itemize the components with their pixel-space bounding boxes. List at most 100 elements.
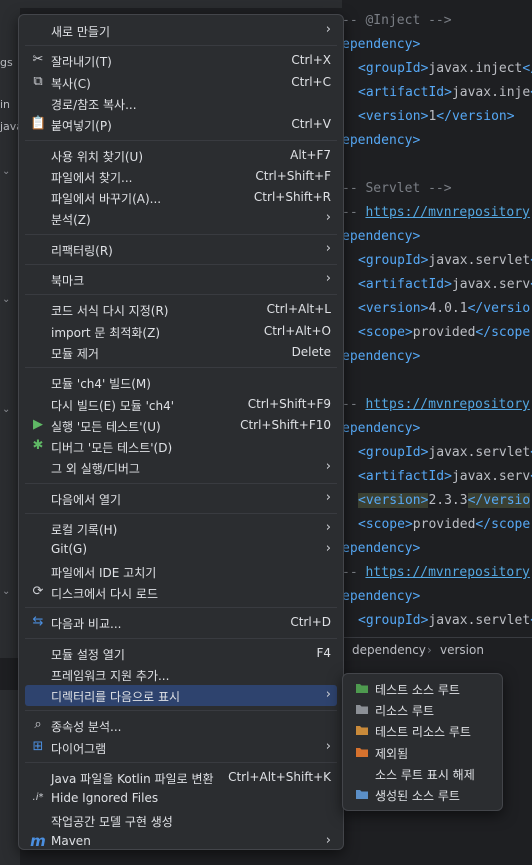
menu-item-8[interactable]: 파일에서 찾기... Ctrl+Shift+F [25, 166, 337, 187]
menu-item-2[interactable]: ✂ 잘라내기(T) Ctrl+X [25, 50, 337, 71]
menu-item-14[interactable]: 북마크 › [25, 269, 337, 290]
menu-item-3[interactable]: ⧉ 복사(C) Ctrl+C [25, 72, 337, 93]
submenu-item-1[interactable]: 리소스 루트 [347, 699, 498, 720]
menu-item-40[interactable]: ⊞ 다이어그램 › [25, 737, 337, 758]
code-line: <artifactId>javax.serv</ [358, 275, 532, 295]
code-comment: -- Servlet --> [342, 181, 452, 196]
code-tag: ependency> [342, 229, 421, 244]
menu-item-24[interactable]: 그 외 실행/디버그 › [25, 457, 337, 478]
menu-item-label: 다이어그램 [51, 741, 107, 756]
code-tag-name: scope [491, 325, 531, 340]
code-tag: ependency> [342, 589, 421, 604]
menu-item-label: 디렉터리를 다음으로 표시 [51, 690, 181, 705]
menu-item-31[interactable]: ⟳ 디스크에서 다시 로드 [25, 582, 337, 603]
menu-item-22[interactable]: ▶ 실행 '모든 테스트'(U) Ctrl+Shift+F10 [25, 415, 337, 436]
code-bracket: </ [475, 325, 492, 340]
code-value: provided [412, 517, 476, 532]
code-link[interactable]: https://mvnrepository [365, 397, 529, 412]
paste-icon: 📋 [30, 116, 47, 132]
menu-item-37[interactable]: 디렉터리를 다음으로 표시 › [25, 685, 337, 707]
code-comment: -- [342, 397, 366, 412]
menu-item-43[interactable]: .i* Hide Ignored Files [25, 788, 337, 809]
breadcrumb-item-dependency[interactable]: dependency [352, 643, 426, 657]
menu-item-label: 모듈 설정 열기 [51, 647, 125, 662]
menu-item-45[interactable]: m Maven › [25, 831, 337, 852]
menu-item-26[interactable]: 다음에서 열기 › [25, 488, 337, 509]
menu-item-shortcut: Ctrl+V [291, 117, 331, 132]
code-bracket: </ [436, 109, 452, 124]
code-open-tag: <groupId> [358, 253, 428, 268]
menu-item-0[interactable]: 새로 만들기 › [25, 20, 337, 41]
menu-item-23[interactable]: ✱ 디버그 '모든 테스트'(D) [25, 436, 337, 457]
menu-item-label: 다음에서 열기 [51, 492, 122, 507]
menu-item-16[interactable]: 코드 서식 다시 지정(R) Ctrl+Alt+L [25, 299, 337, 320]
submenu-item-5[interactable]: 생성된 소스 루트 [347, 784, 498, 805]
menu-item-42[interactable]: Java 파일을 Kotlin 파일로 변환 Ctrl+Alt+Shift+K [25, 767, 337, 788]
menu-item-44[interactable]: 작업공간 모델 구현 생성 [25, 810, 337, 831]
menu-item-shortcut: Ctrl+Alt+Shift+K [228, 770, 331, 784]
menu-item-12[interactable]: 리팩터링(R) › [25, 239, 337, 260]
menu-item-label: Git(G) [51, 542, 87, 557]
code-line: <groupId>javax.servlet</ [358, 443, 532, 463]
code-open-tag: <artifactId> [358, 469, 452, 484]
menu-item-label: Maven [51, 833, 91, 848]
chevron-down-icon[interactable]: ⌄ [2, 166, 10, 177]
chevron-down-icon[interactable]: ⌄ [2, 586, 10, 597]
code-tag-name: artifactId [365, 85, 445, 100]
menu-item-39[interactable]: ⌕ 종속성 분석... [25, 715, 337, 736]
menu-item-5[interactable]: 📋 붙여넣기(P) Ctrl+V [25, 114, 337, 135]
chevron-right-icon: › [325, 22, 331, 37]
menu-item-20[interactable]: 모듈 'ch4' 빌드(M) [25, 372, 337, 393]
menu-item-shortcut: Ctrl+C [291, 74, 331, 89]
menu-item-18[interactable]: 모듈 제거 Delete [25, 342, 337, 363]
menu-item-33[interactable]: ⇆ 다음과 비교... Ctrl+D [25, 612, 337, 633]
menu-item-label: 모듈 'ch4' 빌드(M) [51, 377, 151, 392]
menu-item-shortcut: Ctrl+Shift+F10 [240, 417, 331, 432]
menu-item-9[interactable]: 파일에서 바꾸기(A)... Ctrl+Shift+R [25, 187, 337, 208]
menu-item-7[interactable]: 사용 위치 찾기(U) Alt+F7 [25, 145, 337, 166]
menu-item-21[interactable]: 다시 빌드(E) 모듈 'ch4' Ctrl+Shift+F9 [25, 394, 337, 415]
menu-item-29[interactable]: Git(G) › [25, 539, 337, 560]
test-resources-root-icon [355, 723, 369, 737]
menu-item-35[interactable]: 모듈 설정 열기 F4 [25, 643, 337, 664]
code-value: javax.inject [428, 61, 523, 76]
menu-item-label: 종속성 분석... [51, 720, 122, 735]
bottom-tool-panel [0, 690, 20, 865]
menu-item-17[interactable]: import 문 최적화(Z) Ctrl+Alt+O [25, 321, 337, 342]
code-bracket: </ [467, 301, 484, 316]
code-line: ependency> [342, 35, 420, 55]
code-bracket: < [358, 109, 366, 124]
submenu-item-3[interactable]: 제외됨 [347, 742, 498, 763]
menu-item-36[interactable]: 프레임워크 지원 추가... [25, 664, 337, 685]
menu-item-label: 다시 빌드(E) 모듈 'ch4' [51, 398, 175, 413]
submenu-item-label: 소스 루트 표시 해제 [375, 767, 475, 782]
project-tree-label[interactable]: gs [0, 56, 20, 69]
menu-item-10[interactable]: 분석(Z) › [25, 208, 337, 229]
submenu-item-label: 테스트 소스 루트 [375, 683, 460, 697]
submenu-item-label: 테스트 리소스 루트 [375, 725, 471, 740]
chevron-down-icon[interactable]: ⌄ [2, 294, 10, 305]
project-tree-label[interactable]: java [0, 120, 20, 133]
code-link[interactable]: https://mvnrepository [365, 205, 529, 220]
code-line: ependency> [342, 419, 420, 439]
menu-item-28[interactable]: 로컬 기록(H) › [25, 518, 337, 539]
submenu-item-2[interactable]: 테스트 리소스 루트 [347, 720, 498, 741]
chevron-right-icon: › [325, 832, 331, 848]
menu-item-shortcut: F4 [316, 645, 331, 660]
menu-item-4[interactable]: 경로/참조 복사... [25, 93, 337, 114]
menu-item-label: 잘라내기(T) [51, 55, 112, 70]
code-open-tag: <groupId> [358, 445, 428, 460]
menu-item-30[interactable]: 파일에서 IDE 고치기 [25, 561, 337, 582]
breadcrumb-item-version[interactable]: version [440, 643, 484, 657]
project-tree-label[interactable]: in [0, 98, 20, 111]
chevron-down-icon[interactable]: ⌄ [2, 404, 10, 415]
menu-item-shortcut: Ctrl+Alt+L [266, 302, 331, 317]
code-editor[interactable]: -- @Inject --> ependency> <groupId>javax.i… [342, 0, 532, 635]
submenu-item-4[interactable]: 소스 루트 표시 해제 [347, 763, 498, 784]
code-link[interactable]: https://mvnrepository [365, 565, 529, 580]
code-line: <scope>provided</scope [358, 515, 530, 535]
code-bracket: < [358, 325, 366, 340]
resources-root-icon [355, 702, 369, 716]
run-icon: ▶ [33, 416, 43, 432]
submenu-item-0[interactable]: 테스트 소스 루트 [347, 678, 498, 699]
